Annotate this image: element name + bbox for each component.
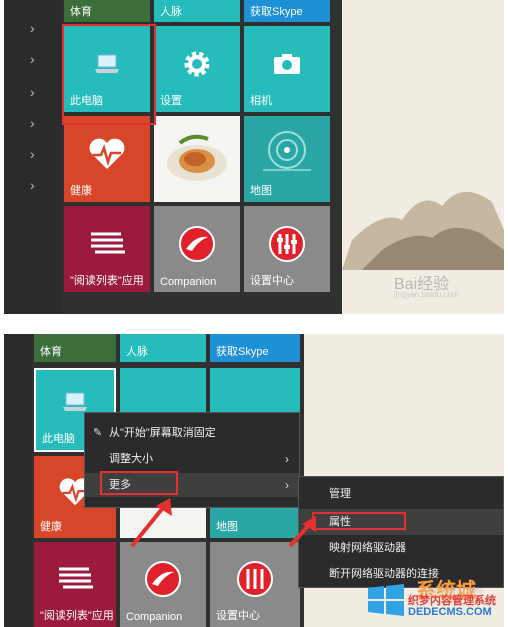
- chevron-right-icon: ›: [285, 478, 289, 492]
- tile-label: "阅读列表"应用: [70, 275, 144, 287]
- highlight-box: [100, 471, 178, 495]
- baidu-watermark-url: jingyan.baidu.com: [394, 290, 459, 299]
- gear-icon: [184, 51, 210, 77]
- food-dish-image: [167, 134, 227, 181]
- menu-item-resize[interactable]: 调整大小 ›: [85, 447, 299, 471]
- desktop-wallpaper: Bai经验 jingyan.baidu.com: [342, 0, 504, 314]
- tile-label: Companion: [160, 276, 217, 288]
- tile-maps[interactable]: 地图: [244, 116, 330, 202]
- arrow-annotation: [288, 516, 316, 548]
- windows-logo-icon: [368, 584, 404, 616]
- tile-people[interactable]: 人脉: [154, 0, 240, 22]
- highlight-box: [62, 24, 156, 125]
- chevron-right-icon: ›: [285, 452, 289, 466]
- tile-label: 此电脑: [42, 433, 75, 445]
- tile-label: 地图: [216, 521, 238, 533]
- menu-item-map-drive[interactable]: 映射网络驱动器: [299, 535, 503, 561]
- tile-camera[interactable]: 相机: [244, 26, 330, 112]
- tile-companion[interactable]: Companion: [120, 542, 206, 627]
- companion-icon: [179, 225, 215, 262]
- map-icon: [263, 130, 311, 171]
- tile-skype[interactable]: 获取Skype: [244, 0, 330, 22]
- chevron-right-icon[interactable]: ›: [30, 177, 35, 193]
- camera-icon: [274, 53, 300, 74]
- tile-label: 相机: [250, 95, 272, 107]
- heart-icon: [89, 138, 125, 169]
- laptop-icon: [63, 392, 87, 411]
- tile-companion[interactable]: Companion: [154, 206, 240, 292]
- tile-label: 地图: [250, 185, 272, 197]
- tile-health[interactable]: 健康: [64, 116, 150, 202]
- ink-mountain-image: [342, 191, 504, 270]
- tile-skype[interactable]: 获取Skype: [210, 334, 300, 362]
- xitongcheng-url: xitongcheng.com: [422, 586, 483, 595]
- tile-label: 设置: [160, 95, 182, 107]
- menu-item-label: 映射网络驱动器: [329, 542, 406, 554]
- tile-label: 人脉: [160, 6, 182, 18]
- tile-label: 设置中心: [250, 275, 294, 287]
- sliders-icon: [269, 225, 305, 262]
- start-sidebar: › › › › › ›: [4, 0, 62, 314]
- tile-label: 设置中心: [216, 610, 260, 622]
- reading-list-icon: [59, 567, 93, 589]
- chevron-right-icon[interactable]: ›: [30, 115, 35, 131]
- tile-reading-list[interactable]: "阅读列表"应用: [34, 542, 116, 627]
- menu-item-label: 调整大小: [109, 453, 153, 465]
- menu-item-unpin[interactable]: ✎ 从"开始"屏幕取消固定: [85, 421, 299, 445]
- dedecms-domain: DEDECMS.COM: [408, 606, 492, 618]
- companion-icon: [145, 561, 181, 598]
- tile-label: 体育: [70, 6, 92, 18]
- tile-label: 获取Skype: [216, 346, 269, 358]
- tile-settings-center[interactable]: 设置中心: [210, 542, 300, 627]
- chevron-right-icon[interactable]: ›: [30, 20, 35, 36]
- unpin-icon: ✎: [93, 427, 103, 439]
- tile-label: "阅读列表"应用: [40, 610, 114, 622]
- tile-label: 获取Skype: [250, 6, 303, 18]
- menu-item-manage[interactable]: 管理: [299, 481, 503, 507]
- tile-settings-center[interactable]: 设置中心: [244, 206, 330, 292]
- tile-sports[interactable]: 体育: [34, 334, 116, 362]
- arrow-annotation: [130, 498, 172, 548]
- menu-item-label: 管理: [329, 488, 351, 500]
- tile-people[interactable]: 人脉: [120, 334, 206, 362]
- tile-settings[interactable]: 设置: [154, 26, 240, 112]
- menu-item-label: 从"开始"屏幕取消固定: [109, 427, 216, 439]
- tile-reading-list[interactable]: "阅读列表"应用: [64, 206, 150, 292]
- tile-label: Companion: [126, 611, 183, 623]
- sliders-icon: [237, 561, 273, 598]
- tile-label: 健康: [40, 521, 62, 533]
- tile-label: 人脉: [126, 346, 148, 358]
- tile-food[interactable]: [154, 116, 240, 202]
- start-menu-screenshot-1: › › › › › › 体育 人脉 获取Skype 此电脑 设置 相机 健康 地…: [4, 0, 504, 314]
- chevron-right-icon[interactable]: ›: [30, 51, 35, 67]
- tile-sports[interactable]: 体育: [64, 0, 150, 22]
- start-menu-screenshot-2: 体育 人脉 获取Skype 此电脑 健康 地图 "阅读列表"应用 Compani…: [4, 334, 504, 627]
- highlight-box: [312, 512, 406, 530]
- tile-label: 体育: [40, 346, 62, 358]
- chevron-right-icon[interactable]: ›: [30, 84, 35, 100]
- more-submenu: 管理 属性 映射网络驱动器 断开网络驱动器的连接: [298, 476, 504, 588]
- tile-label: 健康: [70, 185, 92, 197]
- chevron-right-icon[interactable]: ›: [30, 146, 35, 162]
- reading-list-icon: [91, 232, 125, 254]
